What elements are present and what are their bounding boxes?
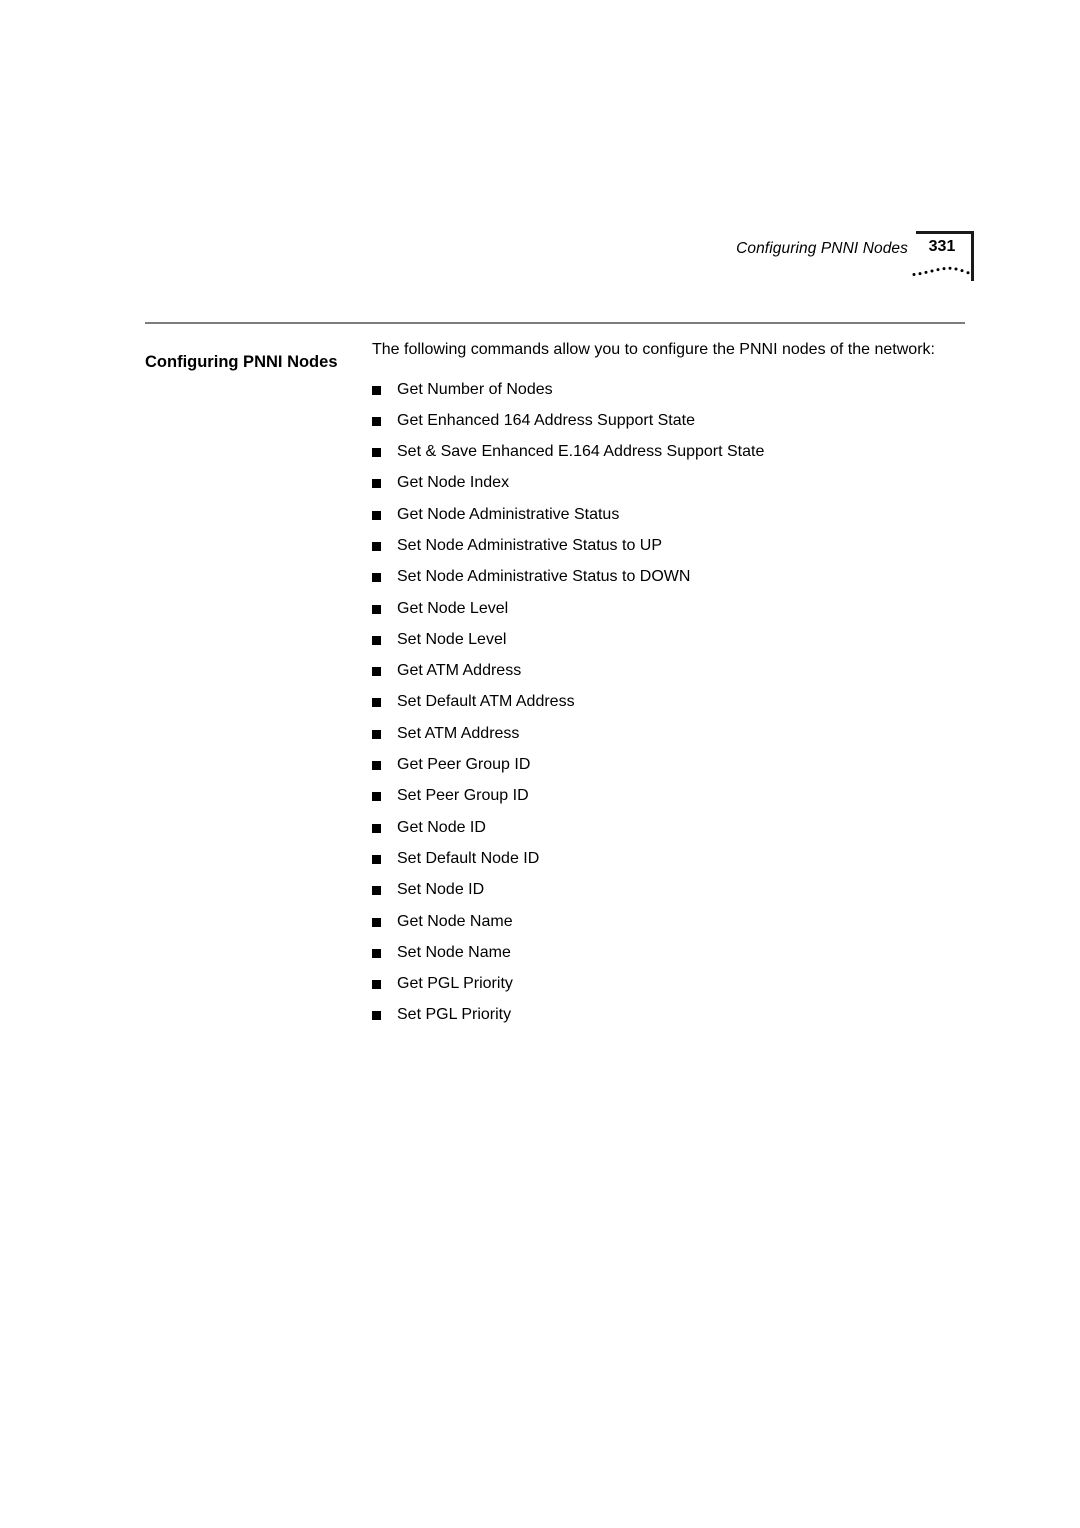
list-item: Get Node Name bbox=[372, 906, 972, 937]
bullet-square-icon bbox=[372, 729, 381, 739]
bullet-square-icon bbox=[372, 980, 381, 990]
section-heading: Configuring PNNI Nodes bbox=[145, 353, 338, 372]
bullet-square-icon bbox=[372, 385, 381, 395]
list-item-label: Get Enhanced 164 Address Support State bbox=[397, 411, 695, 429]
running-header-title: Configuring PNNI Nodes bbox=[736, 240, 908, 257]
list-item: Get Node Index bbox=[372, 467, 972, 498]
list-item: Set PGL Priority bbox=[372, 999, 972, 1030]
section-divider-rule bbox=[145, 322, 965, 324]
list-item-label: Get Number of Nodes bbox=[397, 380, 553, 398]
bullet-square-icon bbox=[372, 479, 381, 489]
list-item: Set Node Administrative Status to UP bbox=[372, 530, 972, 561]
list-item-label: Set Peer Group ID bbox=[397, 787, 529, 805]
page-number: 331 bbox=[928, 238, 956, 255]
body-column: The following commands allow you to conf… bbox=[372, 338, 972, 1023]
list-item: Set Peer Group ID bbox=[372, 780, 972, 811]
folio-dot-decoration bbox=[912, 266, 970, 276]
list-item: Get Enhanced 164 Address Support State bbox=[372, 405, 972, 436]
list-item: Get ATM Address bbox=[372, 655, 972, 686]
list-item: Set Node Administrative Status to DOWN bbox=[372, 561, 972, 592]
list-item: Set ATM Address bbox=[372, 718, 972, 749]
list-item: Get Number of Nodes bbox=[372, 374, 972, 405]
bullet-square-icon bbox=[372, 416, 381, 426]
list-item-label: Set Node ID bbox=[397, 881, 485, 899]
list-item-label: Set Node Name bbox=[397, 943, 511, 961]
list-item: Set Default ATM Address bbox=[372, 686, 972, 717]
list-item-label: Get Node ID bbox=[397, 818, 486, 836]
list-item: Get PGL Priority bbox=[372, 968, 972, 999]
list-item-label: Set Node Level bbox=[397, 630, 507, 648]
bullet-square-icon bbox=[372, 1011, 381, 1021]
list-item: Get Node Administrative Status bbox=[372, 499, 972, 530]
bullet-square-icon bbox=[372, 604, 381, 614]
list-item: Set Node Level bbox=[372, 624, 972, 655]
bullet-square-icon bbox=[372, 948, 381, 958]
list-item-label: Get Peer Group ID bbox=[397, 756, 531, 774]
list-item-label: Get Node Index bbox=[397, 474, 510, 492]
list-item-label: Get PGL Priority bbox=[397, 975, 513, 993]
bullet-square-icon bbox=[372, 635, 381, 645]
list-item-label: Get Node Name bbox=[397, 912, 513, 930]
bullet-square-icon bbox=[372, 886, 381, 896]
bullet-square-icon bbox=[372, 823, 381, 833]
list-item-label: Get ATM Address bbox=[397, 662, 522, 680]
command-list: Get Number of Nodes Get Enhanced 164 Add… bbox=[372, 374, 972, 1031]
document-page: Configuring PNNI Nodes 331 Configuring P… bbox=[0, 0, 1080, 1528]
list-item: Get Node Level bbox=[372, 593, 972, 624]
list-item-label: Set Node Administrative Status to UP bbox=[397, 536, 663, 554]
list-item-label: Set & Save Enhanced E.164 Address Suppor… bbox=[397, 443, 765, 461]
bullet-square-icon bbox=[372, 541, 381, 551]
list-item-label: Set Default Node ID bbox=[397, 849, 540, 867]
list-item: Get Peer Group ID bbox=[372, 749, 972, 780]
list-item-label: Set PGL Priority bbox=[397, 1006, 512, 1024]
bullet-square-icon bbox=[372, 448, 381, 458]
bullet-square-icon bbox=[372, 510, 381, 520]
folio-rule-top bbox=[916, 231, 974, 234]
bullet-square-icon bbox=[372, 667, 381, 677]
bullet-square-icon bbox=[372, 698, 381, 708]
bullet-square-icon bbox=[372, 573, 381, 583]
list-item-label: Set Node Administrative Status to DOWN bbox=[397, 568, 691, 586]
list-item: Set Default Node ID bbox=[372, 843, 972, 874]
list-item: Set Node ID bbox=[372, 874, 972, 905]
list-item: Set Node Name bbox=[372, 937, 972, 968]
list-item-label: Get Node Level bbox=[397, 599, 509, 617]
list-item: Get Node ID bbox=[372, 812, 972, 843]
bullet-square-icon bbox=[372, 792, 381, 802]
intro-paragraph: The following commands allow you to conf… bbox=[372, 341, 935, 358]
list-item-label: Set Default ATM Address bbox=[397, 693, 575, 711]
list-item-label: Get Node Administrative Status bbox=[397, 505, 620, 523]
bullet-square-icon bbox=[372, 917, 381, 927]
bullet-square-icon bbox=[372, 761, 381, 771]
bullet-square-icon bbox=[372, 854, 381, 864]
list-item: Set & Save Enhanced E.164 Address Suppor… bbox=[372, 436, 972, 467]
list-item-label: Set ATM Address bbox=[397, 724, 520, 742]
